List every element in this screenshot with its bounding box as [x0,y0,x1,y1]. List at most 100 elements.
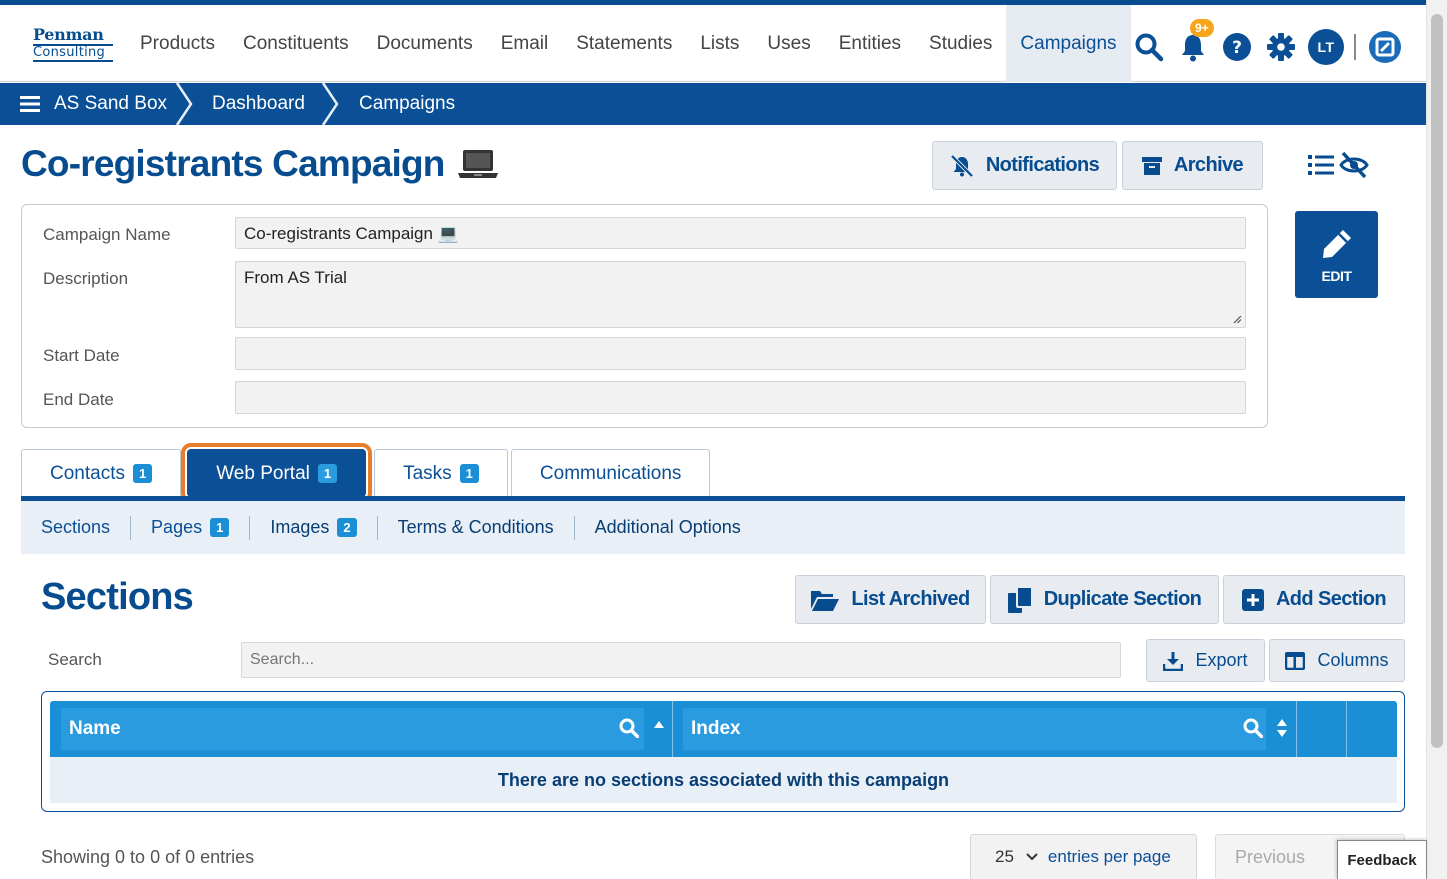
nav-products[interactable]: Products [126,5,229,82]
sort-icon[interactable] [1276,717,1288,739]
column-divider [1296,701,1297,757]
nav-constituents[interactable]: Constituents [229,5,363,82]
nav-documents[interactable]: Documents [363,5,487,82]
breadcrumb-home[interactable]: AS Sand Box [20,83,167,125]
download-icon [1163,651,1184,671]
app-switch-icon[interactable] [1368,30,1402,64]
search-label: Search [48,650,102,669]
description-label: Description [43,269,129,288]
hamburger-menu-icon[interactable] [20,95,40,113]
column-header-index[interactable]: Index [683,708,1266,750]
tab-communications[interactable]: Communications [510,449,711,497]
columns-label: Columns [1317,650,1389,670]
nav-studies[interactable]: Studies [915,5,1006,82]
empty-table-message: There are no sections associated with th… [50,757,1397,803]
breadcrumb-chevron-icon [175,83,193,125]
add-section-button[interactable]: Add Section [1223,575,1405,624]
nav-campaigns[interactable]: Campaigns [1006,5,1131,82]
subnav-label: Additional Options [594,517,741,537]
search-input[interactable] [241,642,1121,678]
column-divider [672,701,673,757]
list-archived-label: List Archived [851,588,970,610]
subnav-sections[interactable]: Sections [21,515,132,540]
notification-count-badge: 9+ [1190,19,1214,37]
laptop-icon [457,150,498,178]
subnav-additional-options[interactable]: Additional Options [575,516,761,540]
duplicate-section-button[interactable]: Duplicate Section [990,575,1219,624]
campaign-tabs: Contacts 1 Web Portal 1 Tasks 1 Communic… [21,443,713,503]
campaign-details-form: Campaign Name Co-registrants Campaign 💻 … [21,204,1268,428]
subnav-count-badge: 2 [337,518,357,537]
copy-icon [1007,586,1032,613]
archive-button-label: Archive [1173,154,1244,176]
tab-contacts[interactable]: Contacts 1 [21,449,182,497]
subnav-label: Sections [41,517,111,537]
breadcrumb-dashboard[interactable]: Dashboard [212,83,305,125]
notifications-button-label: Notifications [985,154,1100,176]
campaign-name-label: Campaign Name [43,225,171,244]
page-title: Co-registrants Campaign [21,143,499,185]
nav-uses[interactable]: Uses [753,5,824,82]
bell-slash-icon [950,154,974,177]
description-field[interactable]: From AS Trial [235,261,1246,328]
entries-per-page-select[interactable]: 25 entries per page [970,834,1197,879]
feedback-button[interactable]: Feedback [1337,840,1427,879]
header-divider [1354,34,1356,60]
subnav-label: Terms & Conditions [397,517,554,537]
table-header: Name Index [50,701,1397,757]
tab-label: Tasks [403,462,452,484]
nav-email[interactable]: Email [487,5,563,82]
nav-lists[interactable]: Lists [686,5,753,82]
resize-handle-icon[interactable] [1232,314,1242,324]
breadcrumb-chevron-icon [321,83,339,125]
column-header-name[interactable]: Name [61,708,644,750]
breadcrumb: AS Sand Box Dashboard Campaigns [0,83,1426,125]
help-icon[interactable]: ? [1220,30,1254,64]
header-icons: 9+ ? LT [1132,19,1412,67]
archive-button[interactable]: Archive [1122,141,1263,190]
tab-tasks[interactable]: Tasks 1 [374,449,508,497]
subnav-images[interactable]: Images 2 [250,515,378,540]
gear-icon[interactable] [1264,30,1298,64]
tab-count-badge: 1 [459,464,479,483]
column-header-label: Index [691,718,741,739]
chevron-down-icon [1026,853,1038,861]
main-nav: Products Constituents Documents Email St… [126,5,1131,82]
page-scrollbar[interactable] [1426,0,1447,879]
campaign-name-field[interactable]: Co-registrants Campaign 💻 [235,217,1246,249]
sections-table: Name Index There are no sections associa… [41,691,1405,812]
tab-web-portal[interactable]: Web Portal 1 [181,443,373,503]
columns-button[interactable]: Columns [1269,639,1405,682]
list-icon[interactable] [1308,153,1334,177]
scrollbar-thumb[interactable] [1431,14,1443,748]
breadcrumb-campaigns[interactable]: Campaigns [359,83,455,125]
export-button[interactable]: Export [1146,639,1265,682]
subnav-pages[interactable]: Pages 1 [131,515,251,540]
edit-button[interactable]: EDIT [1295,211,1378,298]
subnav-label: Pages [151,517,203,537]
user-avatar[interactable]: LT [1308,29,1344,65]
logo-line2: Consulting [33,44,113,62]
sort-ascending-icon[interactable] [653,719,665,729]
eye-slash-icon[interactable] [1339,151,1369,179]
web-portal-subnav: Sections Pages 1 Images 2 Terms & Condit… [21,501,1405,554]
nav-statements[interactable]: Statements [562,5,686,82]
list-archived-button[interactable]: List Archived [795,575,986,624]
column-search-icon[interactable] [619,718,639,738]
nav-entities[interactable]: Entities [825,5,915,82]
bell-icon[interactable]: 9+ [1176,19,1214,64]
search-icon[interactable] [1132,30,1166,64]
column-search-icon[interactable] [1243,718,1263,738]
entries-per-page-value: 25 [995,847,1014,866]
subnav-terms-conditions[interactable]: Terms & Conditions [378,515,575,540]
archive-icon [1141,156,1162,175]
pencil-icon [1322,229,1351,258]
end-date-field[interactable] [235,381,1246,414]
duplicate-section-label: Duplicate Section [1043,588,1202,610]
penman-logo[interactable]: Penman Consulting [33,27,113,65]
end-date-label: End Date [43,390,114,409]
start-date-label: Start Date [43,346,120,365]
notifications-button[interactable]: Notifications [932,141,1117,190]
add-section-label: Add Section [1275,588,1387,610]
start-date-field[interactable] [235,337,1246,370]
